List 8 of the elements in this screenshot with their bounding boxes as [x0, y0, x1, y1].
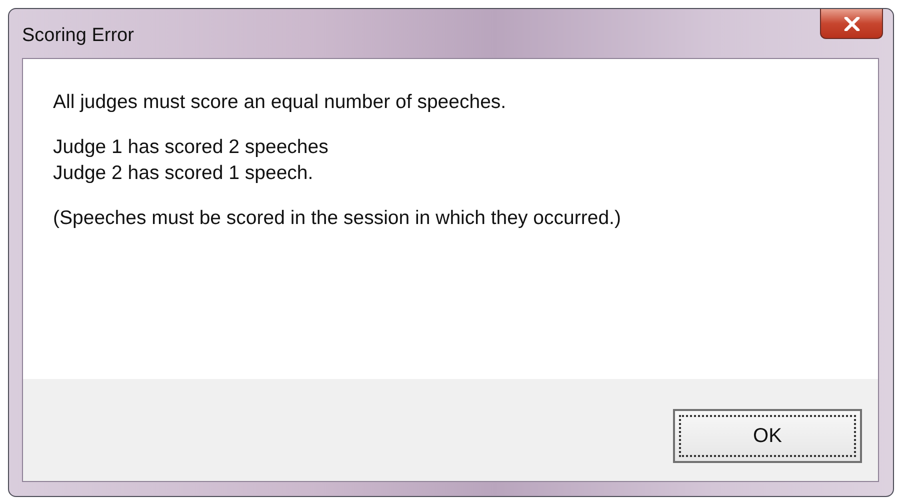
ok-button[interactable]: OK [673, 409, 862, 463]
message-text: All judges must score an equal number of speeches. [53, 91, 508, 114]
message-text: (Speeches must be scored in the session in which they occurred.) [53, 207, 622, 230]
close-button[interactable] [820, 9, 883, 39]
message-text: Judge 1 has scored 2 speeches [53, 136, 330, 159]
close-icon [844, 16, 860, 30]
window-title: Scoring Error [22, 25, 134, 47]
message-text: Judge 2 has scored 1 speech. [53, 162, 314, 185]
